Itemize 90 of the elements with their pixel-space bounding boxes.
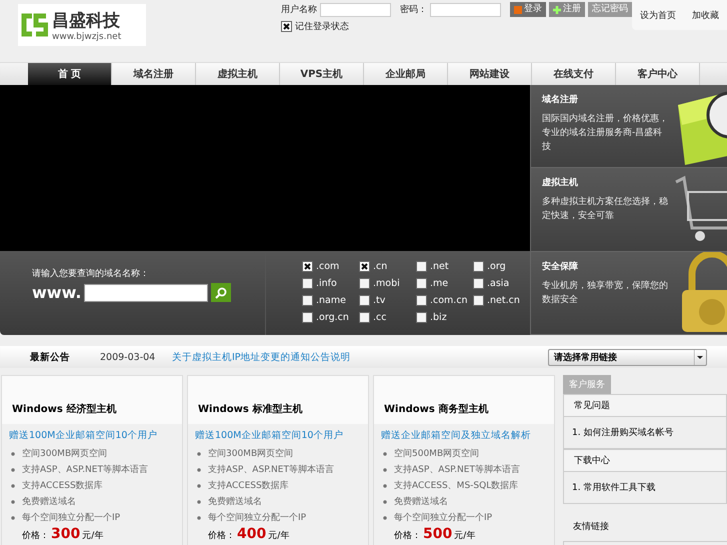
logo[interactable]: 昌盛科技 www.bjwzjs.net (18, 4, 146, 46)
checkbox[interactable] (416, 294, 427, 306)
remember-label: 记住登录状态 (294, 20, 349, 33)
section-title: 友情链接 (572, 520, 610, 534)
section-item[interactable]: 1. 常用软件工具下载 (563, 472, 727, 504)
plus-icon (552, 6, 561, 14)
checkbox[interactable] (302, 312, 313, 322)
tld-label: .cc (373, 312, 386, 322)
search-icon (215, 286, 228, 298)
checkbox[interactable] (302, 278, 313, 288)
logo-mark-icon (20, 12, 48, 38)
plan-highlight[interactable]: 赠送100M企业邮箱空间10个用户 (2, 424, 182, 446)
link-select[interactable]: 请选择常用链接 (548, 348, 707, 366)
checkbox[interactable] (359, 294, 370, 306)
nav-tab[interactable]: 在线支付 (532, 63, 616, 85)
search-label: 请输入您要查询的域名名称： (32, 268, 150, 280)
checkbox[interactable] (416, 278, 427, 288)
tld-label: .name (316, 294, 346, 306)
tld-label: .org (487, 260, 506, 272)
price-label: 价格： (208, 530, 235, 543)
checkbox[interactable] (302, 294, 313, 306)
tld-label: .com (316, 260, 340, 272)
section-header: 下载中心 (563, 449, 727, 472)
password-field[interactable] (430, 2, 501, 16)
checkbox[interactable] (359, 260, 370, 272)
tld-label: .me (430, 278, 448, 288)
sidebar-title: 客户服务 (563, 375, 611, 394)
checkbox[interactable] (473, 294, 484, 306)
nav-tab[interactable]: 客户中心 (616, 63, 700, 85)
section-header: 常见问题 (563, 394, 727, 417)
checkbox[interactable] (359, 312, 370, 322)
nav-tab[interactable]: 域名注册 (112, 63, 196, 85)
tld-label: .org.cn (316, 312, 349, 322)
tld-label: .net (430, 260, 449, 272)
checkbox[interactable] (359, 278, 370, 288)
plan-title: Windows 标准型主机 (188, 376, 368, 424)
price-unit: 元/年 (454, 530, 476, 543)
price-label: 价格： (22, 530, 49, 543)
checkbox[interactable] (416, 260, 427, 272)
promo-text: 专业机房，独享带宽，保障您的数据安全 (542, 280, 669, 307)
login-icon (514, 6, 522, 14)
checkbox[interactable] (302, 260, 313, 272)
top-link[interactable]: 设为首页 (640, 8, 676, 22)
tld-label: .com.cn (430, 294, 468, 306)
top-link[interactable]: 加收藏 (692, 8, 719, 22)
news-date: 2009-03-04 (100, 352, 156, 362)
plan-title: Windows 商务型主机 (374, 376, 554, 424)
price-unit: 元/年 (268, 530, 290, 543)
username-label: 用户名称 (280, 4, 317, 16)
price-label: 价格： (394, 530, 421, 543)
search-button[interactable] (211, 283, 232, 302)
price: 500 (423, 526, 452, 542)
login-button[interactable]: 注册 (548, 2, 585, 17)
promo-text: 多种虚拟主机方案任您选择，稳定快速，安全可靠 (542, 195, 669, 224)
logo-url: www.bjwzjs.net (52, 32, 122, 42)
checkbox[interactable] (473, 260, 484, 272)
tld-label: .asia (487, 278, 510, 288)
checkbox[interactable] (416, 312, 427, 322)
logo-name: 昌盛科技 (52, 10, 121, 32)
tld-label: .cn (373, 260, 388, 272)
tld-label: .biz (430, 312, 447, 322)
tld-label: .tv (373, 294, 386, 306)
promo-title: 域名注册 (542, 93, 579, 106)
news-link[interactable]: 关于虚拟主机IP地址变更的通知公告说明 (172, 350, 351, 364)
tld-label: .info (316, 278, 337, 288)
www-prefix: www. (32, 283, 82, 302)
checkbox[interactable] (280, 21, 292, 32)
domain-field[interactable] (84, 284, 208, 302)
plan-highlight[interactable]: 赠送企业邮箱空间及独立域名解析 (374, 424, 554, 446)
promo-title: 安全保障 (542, 260, 579, 273)
nav-tab[interactable]: 企业邮局 (364, 63, 448, 85)
price: 300 (51, 526, 80, 542)
dropdown-icon (694, 350, 706, 364)
promo-title: 虚拟主机 (542, 176, 579, 190)
price: 400 (237, 526, 266, 542)
checkbox[interactable] (473, 278, 484, 288)
login-button[interactable]: 登录 (510, 2, 546, 17)
tld-label: .mobi (373, 278, 400, 288)
nav-tab[interactable]: VPS主机 (280, 63, 364, 85)
price-unit: 元/年 (82, 530, 104, 543)
nav-tab[interactable]: 虚拟主机 (196, 63, 280, 85)
plan-highlight[interactable]: 赠送100M企业邮箱空间10个用户 (188, 424, 368, 446)
plan-title: Windows 经济型主机 (2, 376, 182, 424)
promo-text: 国际国内域名注册，价格优惠，专业的域名注册服务商-昌盛科技 (542, 112, 669, 154)
password-label: 密码： (400, 4, 427, 16)
news-title: 最新公告 (30, 350, 71, 364)
nav-tab[interactable]: 首 页 (28, 63, 112, 85)
tld-label: .net.cn (487, 294, 520, 306)
username-field[interactable] (320, 2, 391, 16)
nav-tab[interactable]: 网站建设 (448, 63, 532, 85)
